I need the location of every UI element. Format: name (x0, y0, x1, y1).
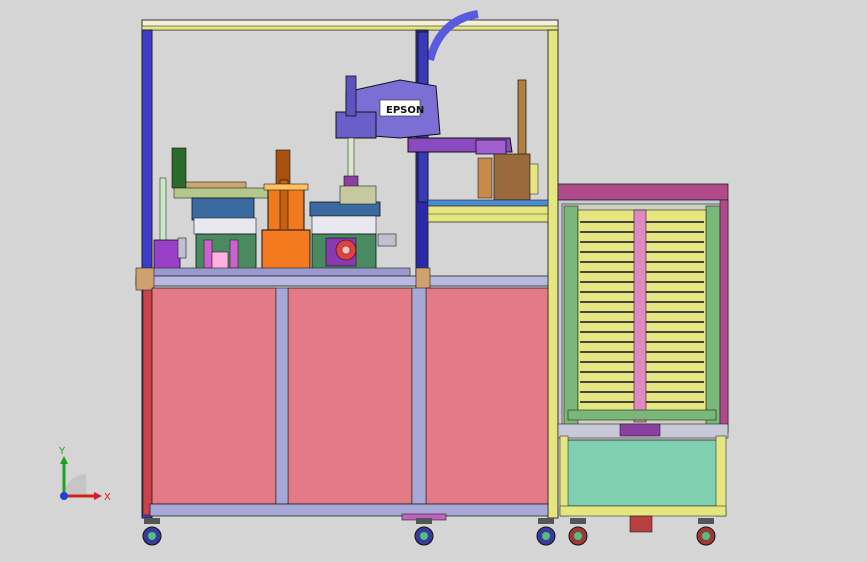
x-axis-label: X (104, 492, 111, 503)
right-frame-post (547, 29, 559, 519)
machine-assembly-drawing: EPSON Y X (58, 10, 729, 546)
casters (142, 518, 716, 546)
cabinet-panel-left (151, 287, 277, 505)
cabinet-panel-right (425, 287, 549, 505)
work-stations (149, 147, 411, 277)
axis-triad[interactable]: Y X (58, 446, 111, 503)
robot-brand-label: EPSON (386, 105, 424, 116)
tray-magazine (557, 183, 729, 533)
y-axis-label: Y (58, 446, 66, 457)
lower-cabinet (135, 267, 549, 521)
mid-shelf (427, 199, 549, 207)
cabinet-panel-middle (287, 287, 413, 505)
cad-viewport[interactable]: EPSON Y X (0, 0, 867, 562)
teal-drawer (565, 439, 719, 507)
